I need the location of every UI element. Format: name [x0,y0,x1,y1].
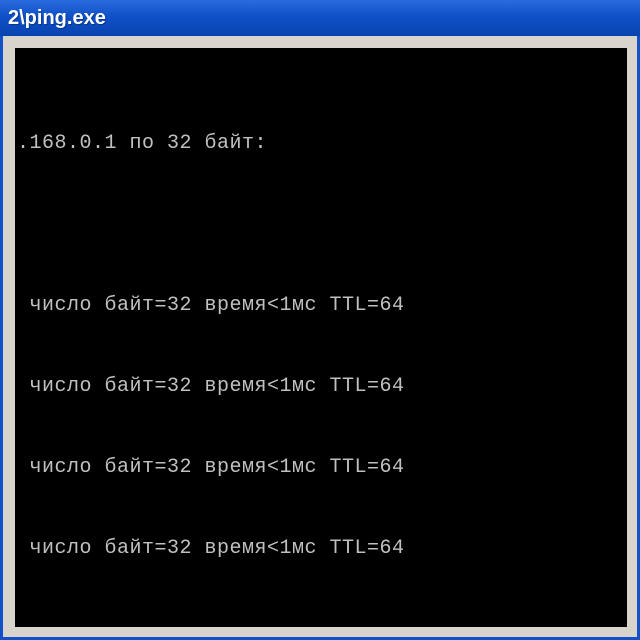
window-title: 2\ping.exe [8,7,106,30]
console-reply-line: число байт=32 время<1мс TTL=64 [15,454,627,481]
window-titlebar[interactable]: 2\ping.exe [0,0,640,36]
console-output[interactable]: .168.0.1 по 32 байт: число байт=32 время… [15,48,627,627]
ping-window: 2\ping.exe .168.0.1 по 32 байт: число ба… [0,0,640,640]
console-reply-line: число байт=32 время<1мс TTL=64 [15,292,627,319]
window-body: .168.0.1 по 32 байт: число байт=32 время… [0,36,640,640]
console-blank-line [15,211,627,238]
console-reply-line: число байт=32 время<1мс TTL=64 [15,535,627,562]
console-reply-line: число байт=32 время<1мс TTL=64 [15,373,627,400]
console-header-line: .168.0.1 по 32 байт: [15,130,627,157]
